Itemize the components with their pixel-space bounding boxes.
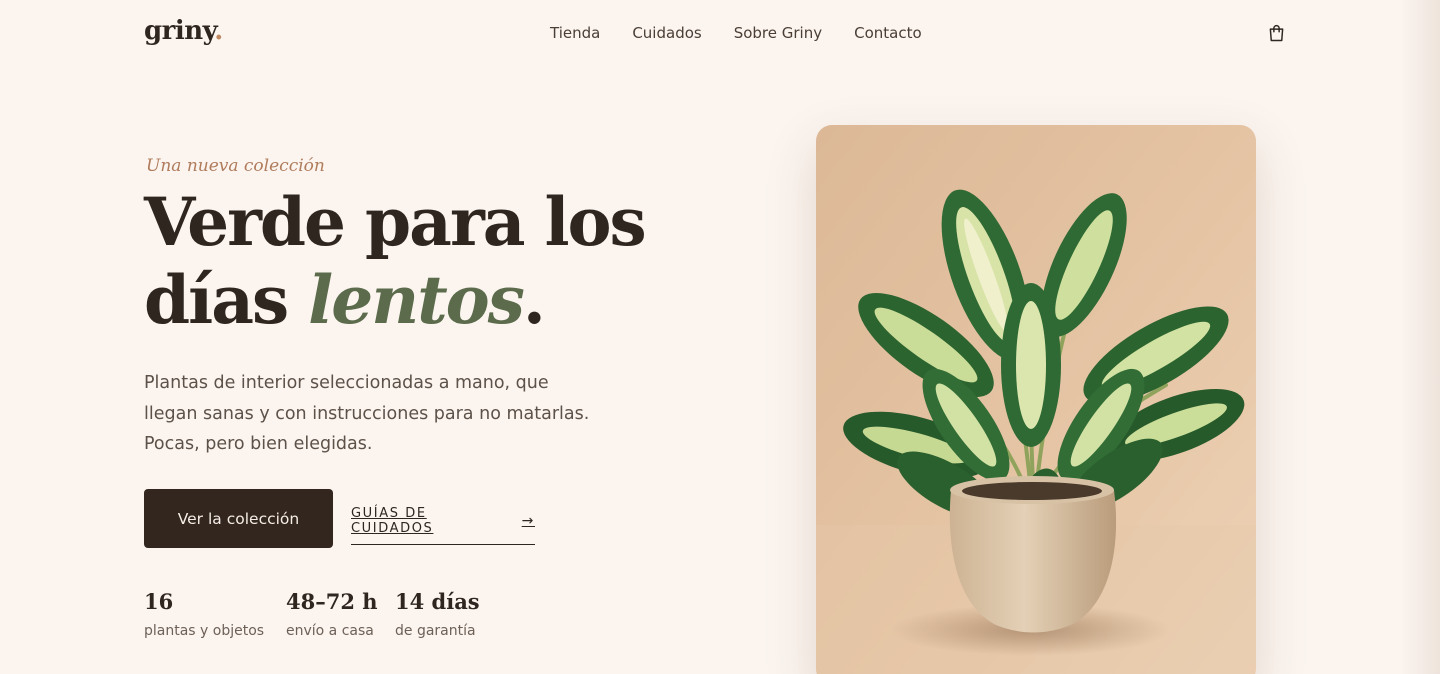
headline-accent: lentos <box>308 261 525 339</box>
hero-headline: Verde para los días lentos. <box>144 183 764 339</box>
nav-item-cuidados[interactable]: Cuidados <box>632 24 701 42</box>
hero-eyebrow: Una nueva colección <box>146 156 325 176</box>
stat-shipping: 48–72 h envío a casa <box>286 589 378 639</box>
stat-value: 48–72 h <box>286 589 378 614</box>
hero-lead: Plantas de interior seleccionadas a mano… <box>144 373 590 454</box>
view-collection-button[interactable]: Ver la colección <box>144 489 333 548</box>
care-guides-label: GUÍAS DE CUIDADOS <box>351 506 434 536</box>
nav-item-sobre-griny[interactable]: Sobre Griny <box>734 24 822 42</box>
headline-period: . <box>522 261 546 339</box>
logo-dot: . <box>214 16 223 46</box>
stat-label: envío a casa <box>286 623 374 639</box>
shopping-bag-icon[interactable] <box>1266 23 1287 44</box>
stat-products: 16 plantas y objetos <box>144 589 264 639</box>
stat-value: 14 días <box>395 589 480 614</box>
stat-warranty: 14 días de garantía <box>395 589 480 639</box>
headline-line-1: Verde para los <box>144 183 647 261</box>
stat-value: 16 <box>144 589 174 614</box>
arrow-right-icon: → <box>521 513 535 529</box>
nav-item-tienda[interactable]: Tienda <box>550 24 600 42</box>
logo-text: griny <box>144 16 215 46</box>
care-guides-link[interactable]: GUÍAS DE CUIDADOS → <box>351 506 535 545</box>
headline-word: días <box>144 261 289 339</box>
nav-item-contacto[interactable]: Contacto <box>854 24 922 42</box>
stat-label: de garantía <box>395 623 476 639</box>
stat-label: plantas y objetos <box>144 623 265 639</box>
main-nav: Tienda Cuidados Sobre Griny Contacto <box>550 24 922 42</box>
hero-plant-image <box>816 125 1256 674</box>
logo[interactable]: griny. <box>144 16 223 46</box>
page-edge-shade <box>1400 0 1440 674</box>
